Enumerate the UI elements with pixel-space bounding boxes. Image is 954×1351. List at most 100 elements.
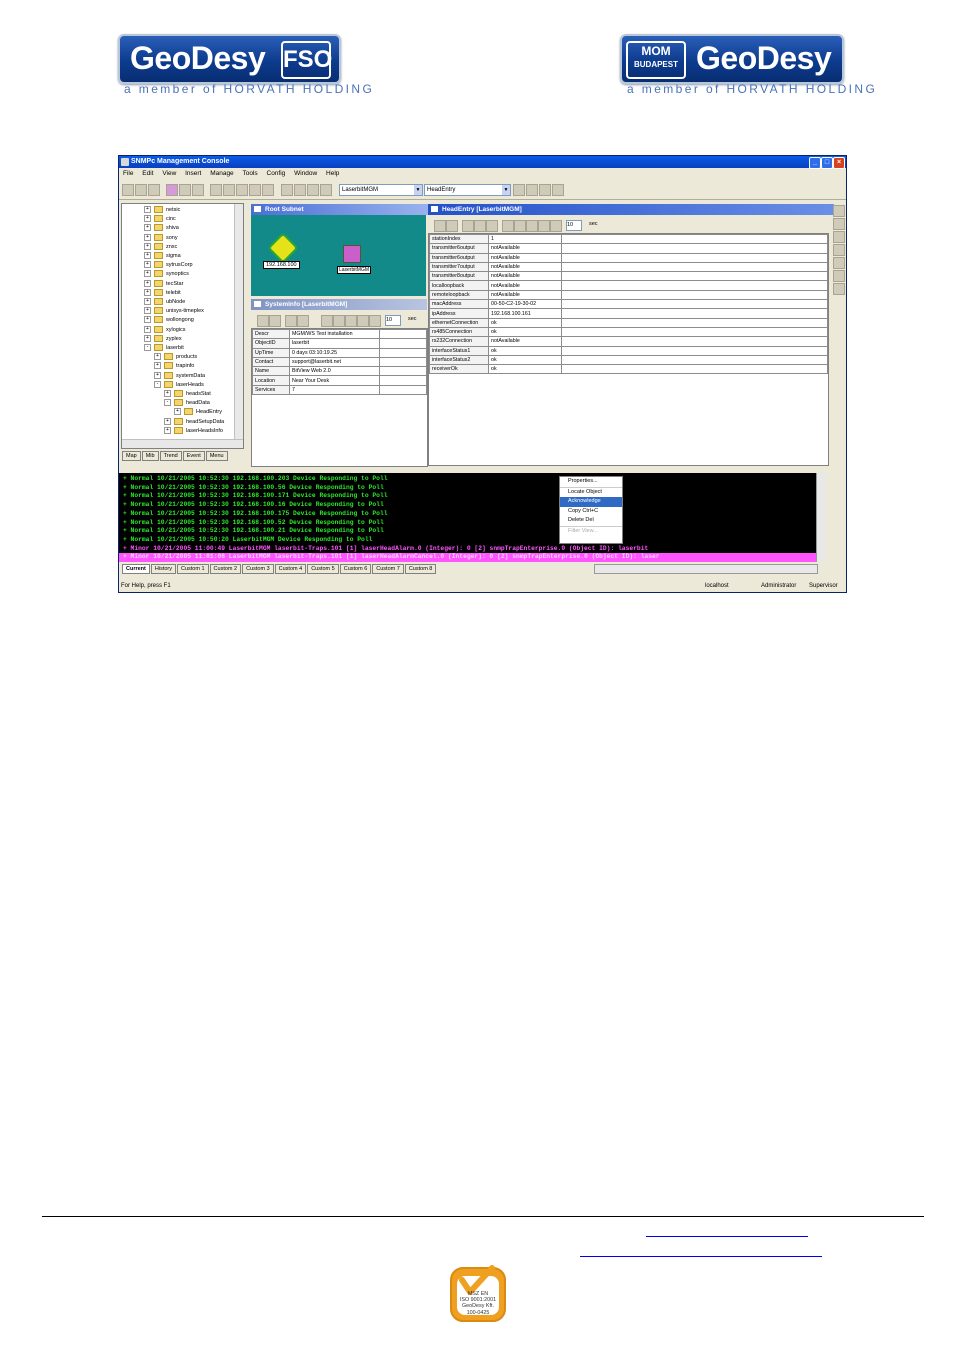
context-menu-item[interactable]: Copy Ctrl+C: [560, 507, 622, 517]
footer-link-underline[interactable]: [580, 1256, 822, 1257]
table-row[interactable]: ethernetConnection ok: [429, 317, 828, 328]
toolbar-button[interactable]: [236, 184, 248, 196]
toolbar-button[interactable]: [223, 184, 235, 196]
menu-window[interactable]: Window: [294, 170, 317, 177]
tree-item[interactable]: + cinc: [144, 215, 176, 224]
log-tab[interactable]: Custom 1: [177, 564, 209, 574]
find-icon[interactable]: [502, 220, 514, 232]
toolbar-button[interactable]: [833, 205, 845, 217]
context-menu-item[interactable]: Properties...: [560, 477, 622, 487]
subnet-node-label[interactable]: 192.168.100: [263, 261, 300, 269]
log-row[interactable]: + Normal 10/21/2005 10:52:30 192.168.100…: [123, 492, 388, 501]
menu-edit[interactable]: Edit: [142, 170, 153, 177]
table-row[interactable]: Descr MGM/WS Test installation: [252, 329, 427, 340]
toolbar-button[interactable]: [446, 220, 458, 232]
table-value-cell[interactable]: notAvailable: [488, 280, 562, 291]
table-row[interactable]: macAddress 00-50-C2-19-30-02: [429, 299, 828, 310]
log-tab[interactable]: Custom 5: [307, 564, 339, 574]
expand-icon[interactable]: +: [144, 307, 151, 315]
home-icon[interactable]: [320, 184, 332, 196]
toolbar-button[interactable]: [833, 231, 845, 243]
toolbar-button[interactable]: [539, 184, 551, 196]
tree-item[interactable]: + sony: [144, 233, 178, 243]
menu-help[interactable]: Help: [326, 170, 339, 177]
table-value-cell[interactable]: 00-50-C2-19-30-02: [488, 299, 562, 310]
tab-mib[interactable]: Mib: [141, 451, 159, 461]
table-value-cell[interactable]: 192.168.100.161: [488, 308, 562, 319]
forward-arrow-icon[interactable]: [294, 184, 306, 196]
expand-icon[interactable]: +: [164, 390, 171, 398]
tree-hscrollbar[interactable]: [122, 439, 243, 448]
table-row[interactable]: stationIndex 1: [429, 234, 828, 245]
system-info-poll[interactable]: 10: [385, 315, 401, 326]
tree-item[interactable]: + headsStat: [164, 390, 211, 399]
table-value-cell[interactable]: notAvailable: [488, 271, 562, 282]
footer-link-underline[interactable]: [646, 1236, 808, 1237]
toolbar-button[interactable]: [434, 220, 446, 232]
tree-item[interactable]: - headData: [164, 399, 210, 408]
expand-icon[interactable]: +: [144, 252, 151, 260]
log-scrollbar[interactable]: [816, 473, 826, 562]
log-hscrollbar[interactable]: [594, 564, 818, 574]
expand-icon[interactable]: +: [164, 417, 171, 425]
table-row[interactable]: transmitter7output notAvailable: [429, 261, 828, 273]
toolbar-button[interactable]: [333, 315, 345, 327]
tree-item[interactable]: + laserHeadsInfo: [164, 426, 223, 436]
tree-item[interactable]: + headSetupData: [164, 417, 224, 427]
table-row[interactable]: localloopback notAvailable: [429, 280, 828, 291]
log-tab[interactable]: Custom 2: [209, 564, 242, 574]
toolbar-button[interactable]: [257, 315, 269, 327]
table-value-cell[interactable]: support@laserbit.net: [289, 356, 380, 368]
expand-icon[interactable]: +: [144, 279, 151, 287]
tree-item[interactable]: + products: [154, 353, 197, 362]
menu-config[interactable]: Config: [267, 170, 286, 177]
tree-item[interactable]: + unisys-timeplex: [144, 307, 204, 316]
context-menu-item[interactable]: Filter View...: [560, 525, 622, 537]
toolbar-button[interactable]: [526, 184, 538, 196]
toolbar-button[interactable]: [833, 257, 845, 269]
log-row[interactable]: + Minor 10/21/2005 11:01:06 LaserbitMGM …: [119, 553, 816, 562]
toolbar-button[interactable]: [210, 184, 222, 196]
tree-item[interactable]: + telebit: [144, 288, 181, 298]
subnet-node-icon[interactable]: [267, 232, 299, 264]
toolbar-button[interactable]: [833, 270, 845, 282]
tab-trend[interactable]: Trend: [159, 451, 182, 461]
device-combo[interactable]: LaserbitMGM ▼: [339, 184, 423, 196]
menu-view[interactable]: View: [162, 170, 176, 177]
table-value-cell[interactable]: ok: [488, 345, 562, 356]
expand-icon[interactable]: +: [144, 242, 151, 250]
find-icon[interactable]: [321, 315, 333, 327]
expand-icon[interactable]: +: [144, 206, 151, 214]
tree-item[interactable]: + ubNode: [144, 298, 185, 307]
log-row[interactable]: + Normal 10/21/2005 10:52:30 192.168.100…: [123, 484, 384, 493]
tree-item[interactable]: + xylogics: [144, 325, 186, 335]
head-entry-poll[interactable]: 10: [566, 220, 582, 231]
table-row[interactable]: UpTime 0 days 03:10:19.25: [252, 347, 427, 358]
expand-icon[interactable]: +: [144, 233, 151, 241]
tree-item[interactable]: - laserbit: [144, 344, 184, 353]
toolbar-button[interactable]: [833, 218, 845, 230]
table-row[interactable]: ipAddress 192.168.100.161: [429, 308, 828, 319]
expand-icon[interactable]: +: [144, 298, 151, 306]
chevron-down-icon[interactable]: ▼: [502, 185, 510, 195]
toolbar-button[interactable]: [148, 184, 160, 196]
tab-event[interactable]: Event: [182, 451, 205, 461]
help-icon[interactable]: [369, 315, 381, 327]
tree-item[interactable]: + netsic: [144, 206, 180, 215]
toolbar-button[interactable]: [179, 184, 191, 196]
expand-icon[interactable]: +: [144, 316, 151, 324]
table-row[interactable]: rs485Connection ok: [429, 326, 828, 338]
table-value-cell[interactable]: ok: [488, 354, 562, 366]
menu-tools[interactable]: Tools: [243, 170, 258, 177]
log-tab[interactable]: Current: [122, 564, 150, 574]
table-value-cell[interactable]: notAvailable: [488, 261, 562, 273]
table-row[interactable]: transmitter8output notAvailable: [429, 271, 828, 282]
save-icon[interactable]: [357, 315, 369, 327]
menu-manage[interactable]: Manage: [210, 170, 234, 177]
expand-icon[interactable]: +: [144, 270, 151, 278]
log-tab[interactable]: Custom 7: [372, 564, 404, 574]
table-value-cell[interactable]: Near Your Desk: [289, 375, 380, 386]
log-row[interactable]: + Normal 10/21/2005 10:50:20 LaserbitMGM…: [123, 536, 372, 545]
context-menu-item[interactable]: Delete Del: [560, 516, 622, 526]
table-value-cell[interactable]: 0 days 03:10:19.25: [289, 347, 380, 358]
